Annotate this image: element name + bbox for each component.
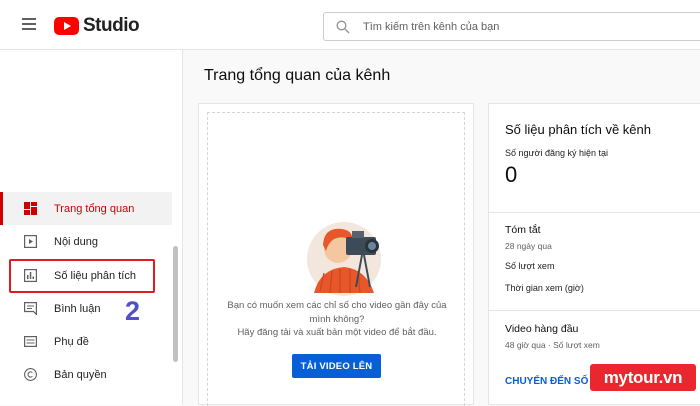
subtitles-icon — [24, 336, 37, 348]
top-videos-title: Video hàng đầu — [505, 323, 579, 335]
channel-analytics-card: Số liệu phân tích về kênh Số người đăng … — [488, 103, 700, 405]
sidebar-item-label: Nội dung — [54, 235, 99, 248]
sidebar-item-copyright[interactable]: Bản quyền — [0, 358, 172, 391]
top-videos-subtitle: 48 giờ qua · Số lượt xem — [505, 340, 600, 350]
analytics-card-title: Số liệu phân tích về kênh — [505, 122, 651, 137]
views-label: Số lượt xem — [505, 261, 555, 271]
sidebar-item-label: Bản quyền — [54, 368, 107, 381]
watermark-logo: mytour.vn — [590, 364, 696, 391]
search-bar[interactable] — [323, 12, 700, 41]
sidebar: Trang tổng quan Nội dung Số liệu phân tí… — [0, 50, 183, 405]
menu-icon[interactable] — [22, 18, 36, 30]
upload-card: Bạn có muốn xem các chỉ số cho video gần… — [198, 103, 474, 406]
divider — [489, 212, 700, 213]
top-bar: Studio — [0, 0, 700, 50]
sidebar-item-label: Phụ đề — [54, 335, 89, 348]
upload-card-inner: Bạn có muốn xem các chỉ số cho video gần… — [207, 112, 465, 406]
sidebar-item-content[interactable]: Nội dung — [0, 225, 172, 258]
search-input[interactable] — [363, 20, 663, 33]
upload-prompt-line1: Bạn có muốn xem các chỉ số cho video gần… — [227, 300, 447, 325]
sidebar-item-subtitles[interactable]: Phụ đề — [0, 325, 172, 358]
dashboard-icon — [24, 202, 37, 215]
summary-title: Tóm tắt — [505, 224, 541, 236]
copyright-icon — [24, 368, 37, 381]
annotation-highlight-box — [9, 259, 155, 293]
upload-video-button[interactable]: TẢI VIDEO LÊN — [292, 354, 381, 378]
sidebar-item-label: Trang tổng quan — [54, 202, 135, 215]
page-title: Trang tổng quan của kênh — [204, 67, 391, 84]
main-content: Trang tổng quan của kênh Bạn có muốn xem… — [184, 51, 700, 406]
go-to-analytics-link[interactable]: CHUYỂN ĐẾN SỐ LI — [505, 376, 600, 387]
sidebar-item-label: Bình luận — [54, 302, 101, 315]
upload-prompt: Bạn có muốn xem các chỉ số cho video gần… — [218, 299, 456, 340]
sidebar-item-comments[interactable]: Bình luận — [0, 292, 172, 325]
summary-period: 28 ngày qua — [505, 241, 552, 251]
logo-text: Studio — [83, 15, 140, 36]
upload-prompt-line2: Hãy đăng tải và xuất bản một video để bắ… — [237, 327, 437, 338]
comments-icon — [24, 302, 37, 315]
annotation-step-number: 2 — [125, 296, 141, 326]
studio-logo[interactable]: Studio — [54, 15, 140, 37]
sidebar-scrollbar[interactable] — [173, 246, 178, 362]
subscribers-label: Số người đăng ký hiện tại — [505, 148, 608, 158]
divider — [489, 310, 700, 311]
watch-time-label: Thời gian xem (giờ) — [505, 283, 584, 293]
sidebar-item-dashboard[interactable]: Trang tổng quan — [0, 192, 172, 225]
subscribers-count: 0 — [505, 162, 518, 187]
youtube-play-icon — [54, 17, 79, 35]
photographer-illustration — [307, 222, 381, 296]
content-icon — [24, 235, 37, 248]
search-icon[interactable] — [336, 20, 350, 34]
